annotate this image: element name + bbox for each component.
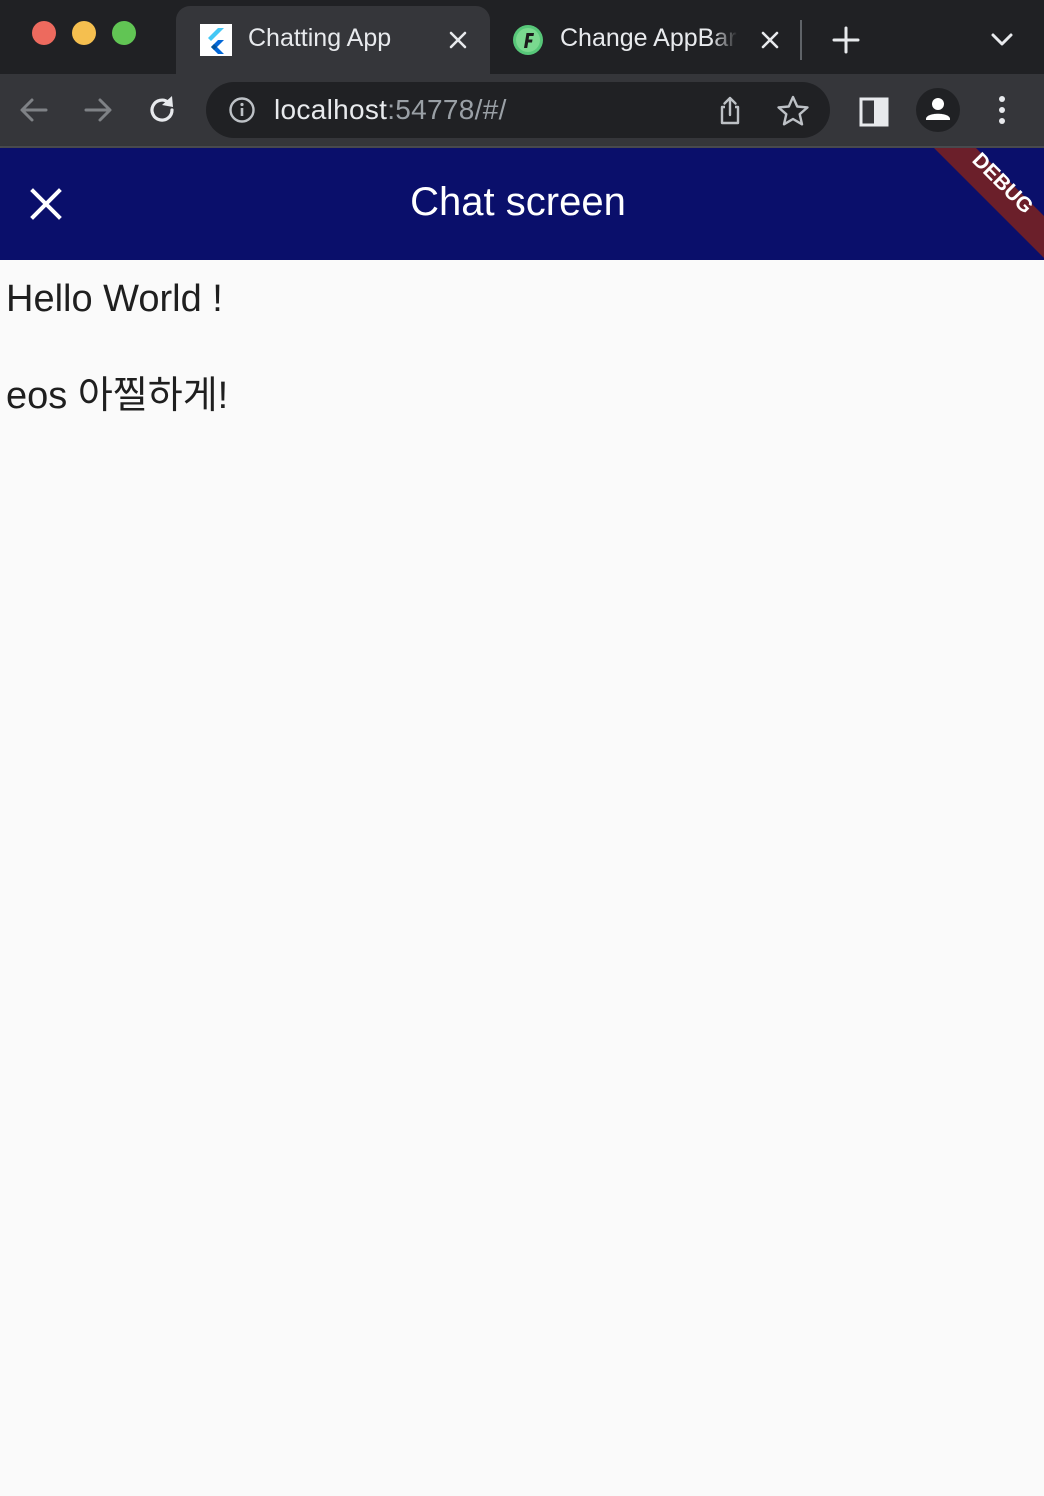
tab-title: Change AppBar: [560, 24, 737, 52]
tab-separator: [800, 20, 802, 60]
app-bar: Chat screen DEBUG: [0, 148, 1044, 260]
window-zoom-button[interactable]: [112, 21, 136, 45]
flutterflow-icon: [513, 25, 543, 55]
new-tab-plus-icon[interactable]: [830, 24, 862, 56]
chat-content: Hello World ! eos 아찔하게!: [0, 260, 1044, 1496]
profile-avatar-button[interactable]: [916, 88, 960, 132]
window-minimize-button[interactable]: [72, 21, 96, 45]
tab-close-icon[interactable]: [444, 26, 472, 54]
address-bar[interactable]: localhost:54778/#/: [206, 82, 830, 138]
share-icon[interactable]: [714, 94, 746, 126]
reload-icon[interactable]: [144, 92, 180, 128]
back-arrow-icon[interactable]: [16, 92, 52, 128]
info-icon[interactable]: [228, 96, 256, 124]
flutter-icon: [200, 24, 232, 56]
forward-arrow-icon[interactable]: [80, 92, 116, 128]
url-text: localhost:54778/#/: [274, 94, 507, 126]
browser-toolbar: localhost:54778/#/: [0, 74, 1044, 148]
url-path: :54778/#/: [387, 94, 507, 125]
more-vert-icon[interactable]: [990, 92, 1014, 128]
tab-title: Chatting App: [248, 24, 392, 52]
browser-tab-strip: Chatting App Change AppBar: [0, 0, 1044, 74]
window-close-button[interactable]: [32, 21, 56, 45]
tab-close-icon[interactable]: [756, 26, 784, 54]
url-host: localhost: [274, 94, 388, 125]
chat-message: Hello World !: [6, 278, 223, 320]
chat-message: eos 아찔하게!: [6, 375, 229, 417]
side-panel-icon[interactable]: [856, 94, 892, 130]
page-title: Chat screen: [410, 180, 626, 224]
person-icon: [926, 98, 950, 120]
bookmark-star-icon[interactable]: [776, 94, 810, 128]
tab-change-appbar[interactable]: Change AppBar: [496, 6, 796, 74]
chevron-down-icon[interactable]: [986, 26, 1018, 54]
tab-chatting-app[interactable]: Chatting App: [176, 6, 490, 74]
